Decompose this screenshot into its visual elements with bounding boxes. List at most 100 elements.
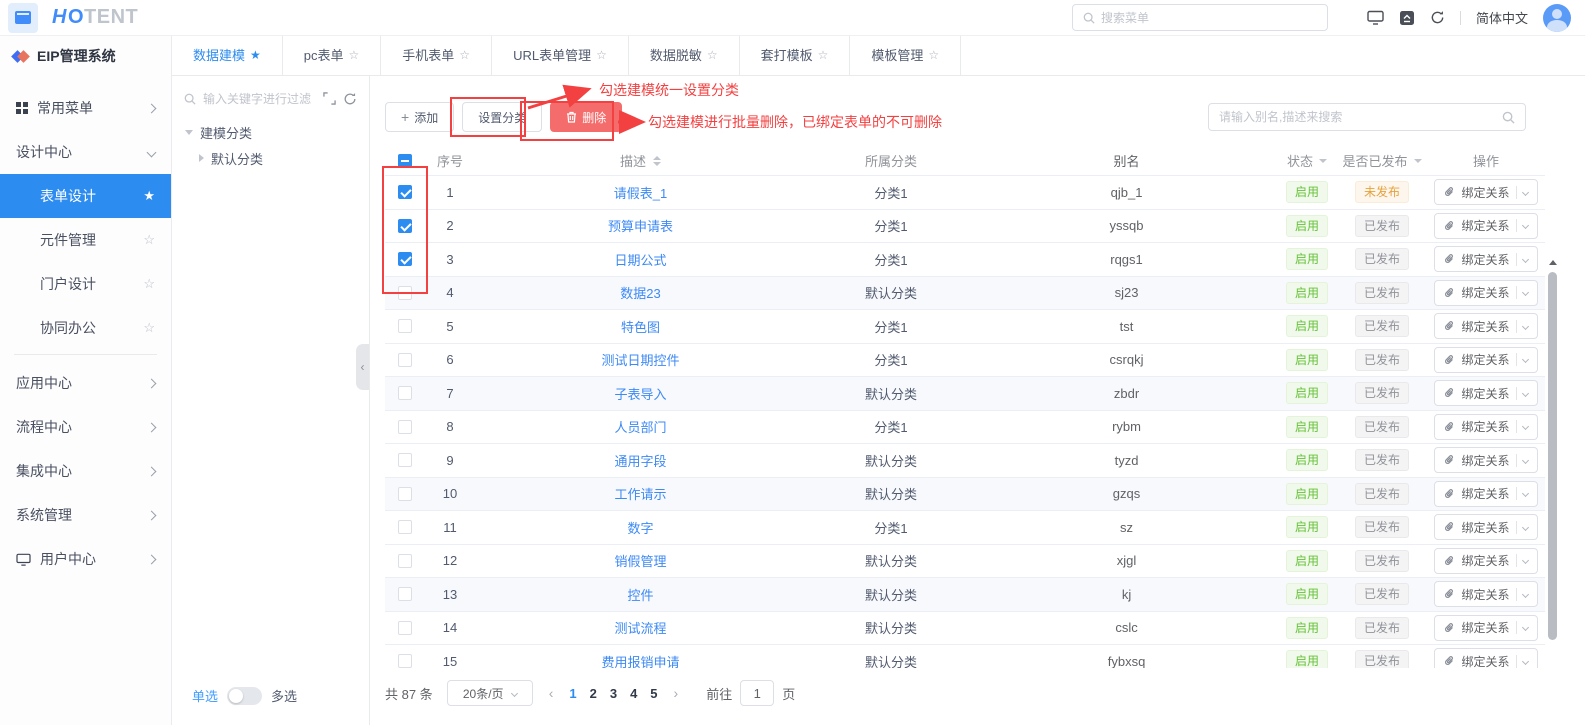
tab-template-manage[interactable]: 模板管理☆ (850, 36, 961, 75)
sidebar-item-collaboration[interactable]: 协同办公☆ (0, 306, 171, 350)
row-checkbox[interactable] (398, 219, 412, 233)
star-hollow-icon[interactable]: ☆ (459, 36, 470, 75)
row-checkbox[interactable] (398, 386, 412, 400)
bind-relation-button[interactable]: 绑定关系 (1434, 581, 1537, 607)
tree-node[interactable]: 建模分类 (172, 119, 369, 145)
next-page-button[interactable]: › (672, 685, 681, 701)
row-checkbox[interactable] (398, 621, 412, 635)
row-checkbox[interactable] (398, 286, 412, 300)
star-hollow-icon[interactable]: ☆ (349, 36, 360, 75)
bind-relation-button[interactable]: 绑定关系 (1434, 615, 1537, 641)
refresh-tree-icon[interactable] (343, 92, 357, 106)
bind-relation-button[interactable]: 绑定关系 (1434, 347, 1537, 373)
row-desc-link[interactable]: 日期公式 (615, 250, 667, 269)
bind-relation-button[interactable]: 绑定关系 (1434, 280, 1537, 306)
col-header-desc[interactable]: 描述 (475, 151, 806, 170)
bind-relation-button[interactable]: 绑定关系 (1434, 481, 1537, 507)
sidebar-item-common-menu[interactable]: 常用菜单 (0, 86, 171, 130)
chevron-down-icon[interactable] (1521, 390, 1528, 397)
caret-right-icon[interactable] (199, 154, 204, 162)
row-checkbox[interactable] (398, 587, 412, 601)
page-number-4[interactable]: 4 (630, 686, 637, 701)
tab-url-form-manage[interactable]: URL表单管理☆ (492, 36, 629, 75)
sidebar-item-system-manage[interactable]: 系统管理 (0, 493, 171, 537)
row-desc-link[interactable]: 工作请示 (615, 484, 667, 503)
table-search-input[interactable] (1219, 110, 1502, 124)
bind-relation-button[interactable]: 绑定关系 (1434, 548, 1537, 574)
select-mode-switch[interactable] (227, 687, 262, 705)
chevron-down-icon[interactable] (1521, 423, 1528, 430)
bind-relation-button[interactable]: 绑定关系 (1434, 213, 1537, 239)
tab-mobile-form[interactable]: 手机表单☆ (381, 36, 492, 75)
row-checkbox[interactable] (398, 420, 412, 434)
user-avatar[interactable] (1543, 4, 1571, 32)
row-desc-link[interactable]: 费用报销申请 (602, 652, 680, 668)
favorite-star-icon[interactable]: ★ (143, 188, 155, 204)
chevron-down-icon[interactable] (1521, 222, 1528, 229)
select-all-checkbox[interactable] (398, 154, 412, 168)
row-checkbox[interactable] (398, 252, 412, 266)
star-hollow-icon[interactable]: ☆ (928, 36, 939, 75)
chevron-down-icon[interactable] (1521, 624, 1528, 631)
chevron-down-icon[interactable] (1521, 323, 1528, 330)
sort-icon[interactable] (653, 156, 661, 166)
bind-relation-button[interactable]: 绑定关系 (1434, 380, 1537, 406)
scroll-up-icon[interactable] (1549, 260, 1557, 265)
chevron-down-icon[interactable] (1521, 490, 1528, 497)
star-filled-icon[interactable]: ★ (250, 36, 261, 75)
scrollbar-thumb[interactable] (1548, 272, 1557, 640)
prev-page-button[interactable]: ‹ (547, 685, 556, 701)
row-checkbox[interactable] (398, 654, 412, 668)
col-header-status[interactable]: 状态 (1277, 151, 1337, 170)
star-hollow-icon[interactable]: ☆ (818, 36, 829, 75)
page-number-5[interactable]: 5 (650, 686, 657, 701)
chevron-down-icon[interactable] (1521, 256, 1528, 263)
chevron-down-icon[interactable] (1521, 658, 1528, 665)
table-search-box[interactable] (1208, 103, 1526, 131)
sidebar-item-portal-design[interactable]: 门户设计☆ (0, 262, 171, 306)
refresh-icon[interactable] (1430, 10, 1445, 25)
favorite-star-icon[interactable]: ☆ (143, 276, 155, 292)
row-desc-link[interactable]: 测试日期控件 (602, 350, 680, 369)
collapse-menu-button[interactable] (8, 3, 38, 33)
bind-relation-button[interactable]: 绑定关系 (1434, 179, 1537, 205)
bind-relation-button[interactable]: 绑定关系 (1434, 414, 1537, 440)
message-monitor-icon[interactable] (1367, 10, 1384, 25)
page-size-select[interactable]: 20条/页 (447, 680, 533, 706)
vertical-scrollbar[interactable] (1547, 260, 1559, 725)
row-desc-link[interactable]: 通用字段 (615, 451, 667, 470)
sidebar-item-flow-center[interactable]: 流程中心 (0, 405, 171, 449)
caret-down-icon[interactable] (185, 130, 193, 135)
row-desc-link[interactable]: 预算申请表 (608, 216, 673, 235)
col-header-published[interactable]: 是否已发布 (1337, 151, 1427, 170)
fullscreen-icon[interactable] (1399, 10, 1415, 26)
language-switcher[interactable]: 简体中文 (1476, 8, 1528, 27)
chevron-down-icon[interactable] (1521, 591, 1528, 598)
sidebar-item-integration-center[interactable]: 集成中心 (0, 449, 171, 493)
page-number-2[interactable]: 2 (590, 686, 597, 701)
bind-relation-button[interactable]: 绑定关系 (1434, 447, 1537, 473)
row-checkbox[interactable] (398, 185, 412, 199)
row-desc-link[interactable]: 控件 (628, 585, 654, 604)
star-hollow-icon[interactable]: ☆ (596, 36, 607, 75)
page-number-3[interactable]: 3 (610, 686, 617, 701)
sidebar-item-form-design[interactable]: 表单设计★ (0, 174, 171, 218)
row-checkbox[interactable] (398, 520, 412, 534)
row-desc-link[interactable]: 特色图 (621, 317, 660, 336)
favorite-star-icon[interactable]: ☆ (143, 232, 155, 248)
chevron-down-icon[interactable] (1521, 457, 1528, 464)
tab-pc-form[interactable]: pc表单☆ (283, 36, 382, 75)
row-desc-link[interactable]: 销假管理 (615, 551, 667, 570)
chevron-down-icon[interactable] (1521, 356, 1528, 363)
set-category-button[interactable]: 设置分类 (462, 102, 542, 132)
row-checkbox[interactable] (398, 453, 412, 467)
expand-all-icon[interactable] (323, 92, 336, 105)
row-checkbox[interactable] (398, 554, 412, 568)
chevron-down-icon[interactable] (1521, 557, 1528, 564)
bind-relation-button[interactable]: 绑定关系 (1434, 246, 1537, 272)
row-desc-link[interactable]: 数字 (628, 518, 654, 537)
bind-relation-button[interactable]: 绑定关系 (1434, 514, 1537, 540)
chevron-down-icon[interactable] (1521, 289, 1528, 296)
tab-data-masking[interactable]: 数据脱敏☆ (629, 36, 740, 75)
bind-relation-button[interactable]: 绑定关系 (1434, 313, 1537, 339)
